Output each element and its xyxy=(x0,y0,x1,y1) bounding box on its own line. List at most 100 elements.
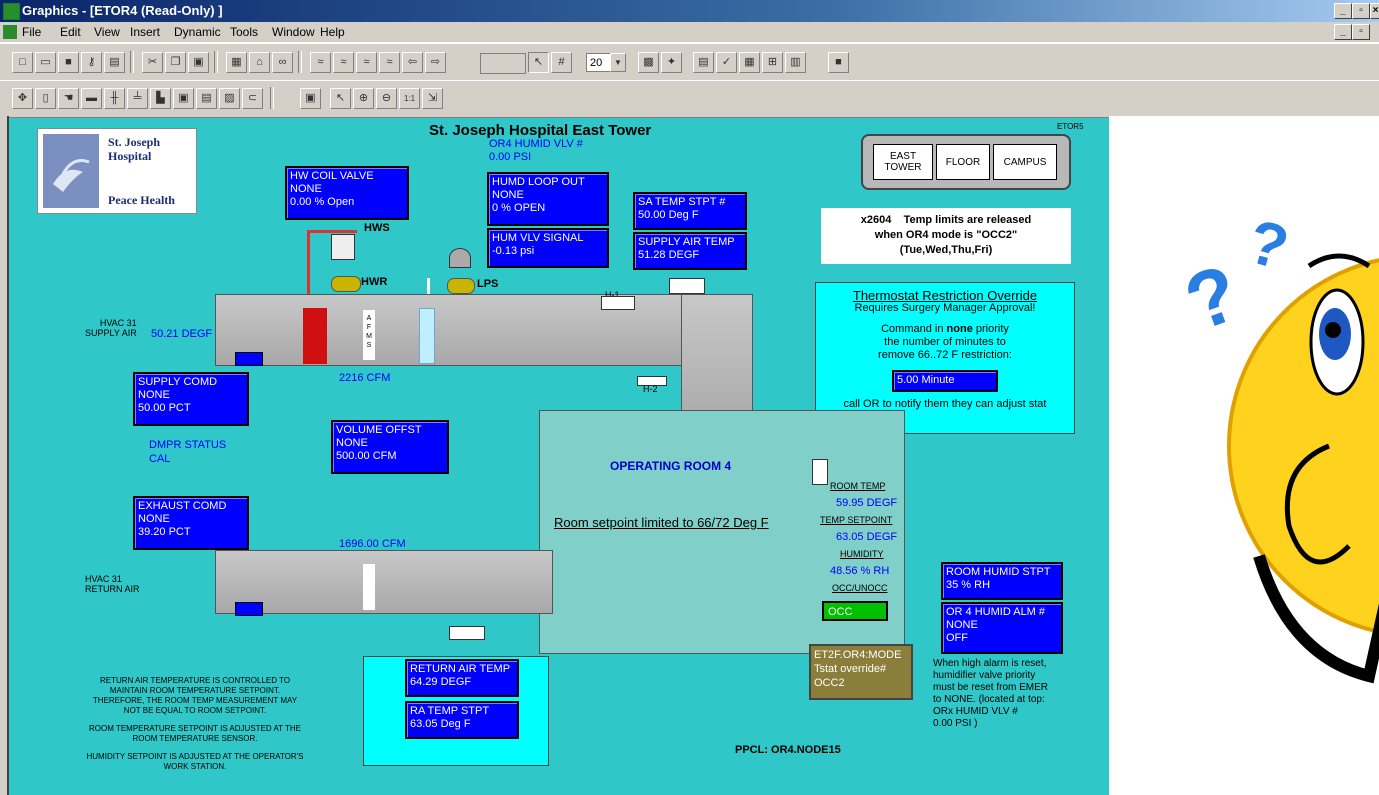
supply-comd-point[interactable]: SUPPLY COMD NONE 50.00 PCT xyxy=(133,372,249,426)
note-line: ROOM TEMPERATURE SENSOR. xyxy=(132,734,258,743)
align-e-icon[interactable]: ▣ xyxy=(173,88,194,109)
room-humid-stpt-point[interactable]: ROOM HUMID STPT 35 % RH xyxy=(941,562,1063,600)
room-temp-value[interactable]: 59.95 DEGF xyxy=(836,497,897,509)
menu-window[interactable]: Window xyxy=(272,25,315,39)
screen-icon[interactable]: ▣ xyxy=(300,88,321,109)
align-f-icon[interactable]: ▤ xyxy=(196,88,217,109)
sa-temp-stpt-value: 50.00 Deg F xyxy=(638,209,699,221)
move-icon[interactable]: ✥ xyxy=(12,88,33,109)
menu-file[interactable]: File xyxy=(22,25,41,39)
hum-vlv-signal-point[interactable]: HUM VLV SIGNAL -0.13 psi xyxy=(487,228,609,268)
link2-icon[interactable]: ⊂ xyxy=(242,88,263,109)
menu-dynamic[interactable]: Dynamic xyxy=(174,25,221,39)
select-icon[interactable]: ↖ xyxy=(528,52,549,73)
link-icon[interactable]: ∞ xyxy=(272,52,293,73)
or4-humid-vlv-label[interactable]: OR4 HUMID VLV # xyxy=(489,138,583,150)
print-icon[interactable]: ▤ xyxy=(104,52,125,73)
or4-humid-vlv-value[interactable]: 0.00 PSI xyxy=(489,151,531,163)
check-icon[interactable]: ✓ xyxy=(716,52,737,73)
doc-minimize-button[interactable]: _ xyxy=(1334,24,1352,40)
blank-combo[interactable] xyxy=(480,53,526,74)
steam-valve-icon[interactable] xyxy=(447,278,475,294)
dmpr-status[interactable]: DMPR STATUS CAL xyxy=(149,438,226,466)
return-cfm[interactable]: 1696.00 CFM xyxy=(339,538,406,550)
table-icon[interactable]: ▦ xyxy=(739,52,760,73)
open-icon[interactable]: ▭ xyxy=(35,52,56,73)
volume-offst-title: VOLUME OFFST xyxy=(336,424,422,436)
or4-humid-alm-point[interactable]: OR 4 HUMID ALM # NONE OFF xyxy=(941,602,1063,654)
menu-tools[interactable]: Tools xyxy=(230,25,258,39)
campus-button[interactable]: CAMPUS xyxy=(993,144,1057,180)
occ-value[interactable]: OCC xyxy=(822,601,888,621)
humd-loop-out-point[interactable]: HUMD LOOP OUT NONE 0 % OPEN xyxy=(487,172,609,226)
supply-air-temp-point[interactable]: SUPPLY AIR TEMP 51.28 DEGF xyxy=(633,232,747,270)
palette-icon[interactable]: ▩ xyxy=(638,52,659,73)
sa-temp-stpt-point[interactable]: SA TEMP STPT # 50.00 Deg F xyxy=(633,192,747,230)
override-minutes-point[interactable]: 5.00 Minute xyxy=(892,370,998,392)
hand-icon[interactable]: ☚ xyxy=(58,88,79,109)
return-air-temp-point[interactable]: RETURN AIR TEMP 64.29 DEGF xyxy=(405,659,519,697)
align-d-icon[interactable]: ▙ xyxy=(150,88,171,109)
page-icon[interactable]: ▯ xyxy=(35,88,56,109)
temp-setpoint-label: TEMP SETPOINT xyxy=(820,515,893,525)
east-tower-button[interactable]: EAST TOWER xyxy=(873,144,933,180)
pointer-plus-icon[interactable]: ↖ xyxy=(330,88,351,109)
nav-panel: EAST TOWER FLOOR CAMPUS xyxy=(861,134,1071,190)
thermostat-icon[interactable] xyxy=(812,459,828,485)
align-c-icon[interactable]: ╧ xyxy=(127,88,148,109)
tool-d-icon[interactable]: ≈ xyxy=(379,52,400,73)
fit-icon[interactable]: ⇲ xyxy=(422,88,443,109)
tool-a-icon[interactable]: ≈ xyxy=(310,52,331,73)
doc-restore-button[interactable]: ▫ xyxy=(1352,24,1370,40)
save-icon[interactable]: ■ xyxy=(58,52,79,73)
supply-cfm[interactable]: 2216 CFM xyxy=(339,372,390,384)
valve-icon[interactable] xyxy=(331,276,361,292)
menu-insert[interactable]: Insert xyxy=(130,25,160,39)
key-icon[interactable]: ⚷ xyxy=(81,52,102,73)
minimize-button[interactable]: _ xyxy=(1334,3,1352,19)
tool-b-icon[interactable]: ≈ xyxy=(333,52,354,73)
exhaust-comd-point[interactable]: EXHAUST COMD NONE 39.20 PCT xyxy=(133,496,249,550)
copy-icon[interactable]: ❐ xyxy=(165,52,186,73)
paste-icon[interactable]: ▣ xyxy=(188,52,209,73)
return-fan-icon[interactable] xyxy=(235,602,263,616)
grid-icon[interactable]: # xyxy=(551,52,572,73)
temp-setpoint-value[interactable]: 63.05 DEGF xyxy=(836,531,897,543)
open-graphic-icon[interactable]: ▦ xyxy=(226,52,247,73)
humd-loop-title: HUMD LOOP OUT xyxy=(492,176,585,188)
wizard-icon[interactable]: ✦ xyxy=(661,52,682,73)
props-icon[interactable]: ▤ xyxy=(693,52,714,73)
close-button[interactable]: × xyxy=(1370,3,1379,19)
supply-fan-icon[interactable] xyxy=(235,352,263,366)
volume-offst-point[interactable]: VOLUME OFFST NONE 500.00 CFM xyxy=(331,420,449,474)
home-icon[interactable]: ⌂ xyxy=(249,52,270,73)
new-icon[interactable]: □ xyxy=(12,52,33,73)
forward-icon[interactable]: ⇨ xyxy=(425,52,446,73)
mode-point[interactable]: ET2F.OR4:MODE Tstat override# OCC2 xyxy=(809,644,913,700)
floor-button[interactable]: FLOOR xyxy=(936,144,990,180)
hw-coil-valve-point[interactable]: HW COIL VALVE NONE 0.00 % Open xyxy=(285,166,409,220)
image-icon[interactable]: ▨ xyxy=(219,88,240,109)
list-icon[interactable]: ▥ xyxy=(785,52,806,73)
menu-help[interactable]: Help xyxy=(320,25,345,39)
align-b-icon[interactable]: ╫ xyxy=(104,88,125,109)
align-a-icon[interactable]: ▬ xyxy=(81,88,102,109)
menu-edit[interactable]: Edit xyxy=(60,25,81,39)
back-icon[interactable]: ⇦ xyxy=(402,52,423,73)
zoom-out-icon[interactable]: ⊖ xyxy=(376,88,397,109)
hvac-supply-line1: HVAC 31 xyxy=(99,318,137,328)
ra-temp-stpt-point[interactable]: RA TEMP STPT 63.05 Deg F xyxy=(405,701,519,739)
maximize-button[interactable]: ▫ xyxy=(1352,3,1370,19)
zoom-in-icon[interactable]: ⊕ xyxy=(353,88,374,109)
or4-humid-alm-mode: NONE xyxy=(946,619,978,631)
tree-icon[interactable]: ⊞ xyxy=(762,52,783,73)
menu-view[interactable]: View xyxy=(94,25,120,39)
stop-icon[interactable]: ■ xyxy=(828,52,849,73)
hvac-supply-value[interactable]: 50.21 DEGF xyxy=(151,328,212,340)
humidity-value[interactable]: 48.56 % RH xyxy=(830,565,889,577)
hws-pipe-top xyxy=(307,230,357,233)
chevron-down-icon[interactable]: ▼ xyxy=(610,53,626,72)
cut-icon[interactable]: ✂ xyxy=(142,52,163,73)
actual-size-icon[interactable]: 1:1 xyxy=(399,88,420,109)
tool-c-icon[interactable]: ≈ xyxy=(356,52,377,73)
